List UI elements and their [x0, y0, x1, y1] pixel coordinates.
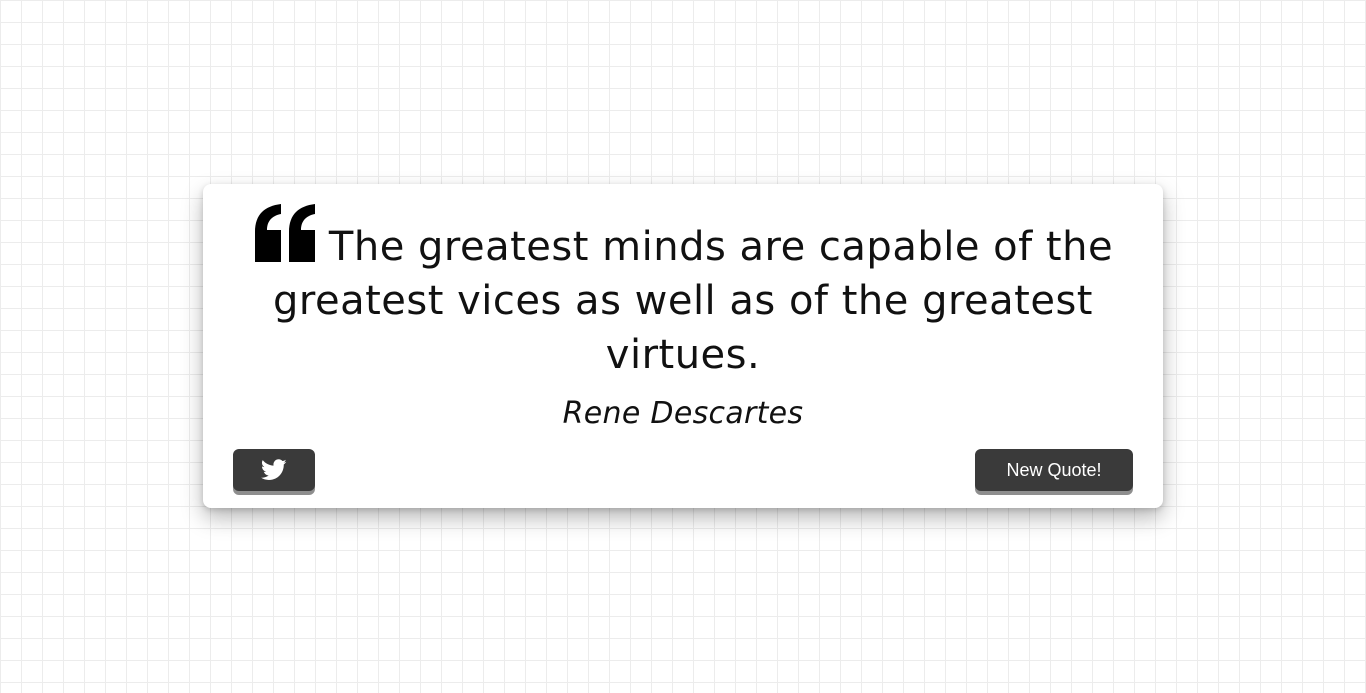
quote-left-icon — [254, 204, 315, 262]
quote-text: The greatest minds are capable of the gr… — [273, 224, 1114, 378]
quote-block: The greatest minds are capable of the gr… — [233, 204, 1133, 382]
twitter-icon — [261, 459, 287, 480]
new-quote-button[interactable]: New Quote! — [975, 449, 1133, 491]
quote-author: Rene Descartes — [562, 396, 804, 431]
quote-card: The greatest minds are capable of the gr… — [203, 184, 1163, 508]
tweet-button[interactable] — [233, 449, 315, 491]
